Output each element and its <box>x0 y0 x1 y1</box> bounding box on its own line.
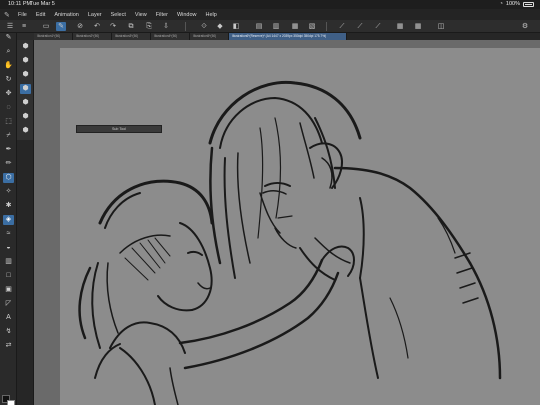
menu-bar: ✎ File Edit Animation Layer Select View … <box>0 9 540 20</box>
pencil-tool-icon[interactable]: ✏ <box>3 159 14 169</box>
subtool-b-icon[interactable]: ⬢ <box>20 56 31 66</box>
subtool-f-icon[interactable]: ⬢ <box>20 112 31 122</box>
airbrush-tool-icon[interactable]: ✧ <box>3 187 14 197</box>
tab-illustration-1[interactable]: Illustration1*(50) <box>34 33 73 40</box>
menu-window[interactable]: Window <box>177 12 197 18</box>
subtool-tooltip: Sub Tool <box>76 125 162 133</box>
subtool-d-icon[interactable]: ⬢ <box>20 84 31 94</box>
layer-d-icon[interactable]: ▧ <box>307 22 317 31</box>
copy-icon[interactable]: ⧉ <box>126 22 136 31</box>
pen-tool-icon[interactable]: ✎ <box>3 33 14 43</box>
eyedropper-icon[interactable]: ⊘ <box>75 22 85 31</box>
pen-tool-icon[interactable]: ✒ <box>3 145 14 155</box>
background-color[interactable] <box>7 400 15 405</box>
layer-b-icon[interactable]: ▥ <box>271 22 281 31</box>
status-date: Tue Mar 5 <box>30 1 55 7</box>
tool-palette: ✎ ⌕ ✋ ↻ ✥ ◌ ⬚ ⌿ ✒ ✏ ⬡ ✧ ✱ ◈ ≈ ◒ ▥ □ ▣ ◸ … <box>0 33 17 405</box>
bucket-icon[interactable]: ◧ <box>231 22 241 31</box>
save-icon[interactable]: ⇩ <box>161 22 171 31</box>
menu-help[interactable]: Help <box>206 12 217 18</box>
subtool-e-icon[interactable]: ⬢ <box>20 98 31 108</box>
command-bar: ☰ ≡ ▭ ✎ ⊘ ↶ ↷ ⧉ ⎘ ⇩ ⟐ ◆ ◧ ▤ ▥ ▦ ▧ ⟋ ⟋ ⟋ … <box>0 20 540 33</box>
ruler-b-icon[interactable]: ⟋ <box>355 22 365 31</box>
grid-b-icon[interactable]: ▦ <box>413 22 423 31</box>
ruler-c-icon[interactable]: ⟋ <box>373 22 383 31</box>
status-time: 10:11 PM <box>8 1 32 7</box>
settings-icon[interactable]: ⚙ <box>520 22 530 31</box>
drawing-canvas[interactable] <box>60 48 540 405</box>
menu-layer[interactable]: Layer <box>88 12 102 18</box>
layer-a-icon[interactable]: ▤ <box>254 22 264 31</box>
status-right: ◔ 100% <box>500 0 534 9</box>
tool-property-panel <box>17 140 34 405</box>
canvas-workspace[interactable]: Sub Tool <box>34 40 540 405</box>
menu-animation[interactable]: Animation <box>54 12 78 18</box>
subtool-a-icon[interactable]: ⬢ <box>20 42 31 52</box>
decoration-tool-icon[interactable]: ✱ <box>3 201 14 211</box>
grid-menu-icon[interactable]: ☰ <box>5 22 15 31</box>
battery-percent: 100% <box>505 1 520 7</box>
zoom-tool-icon[interactable]: ⌕ <box>3 47 14 57</box>
menu-select[interactable]: Select <box>111 12 126 18</box>
menu-view[interactable]: View <box>135 12 147 18</box>
paste-icon[interactable]: ⎘ <box>144 22 154 31</box>
lasso-tool-icon[interactable]: ◌ <box>3 103 14 113</box>
sketch-artwork <box>78 80 502 405</box>
move-tool-icon[interactable]: ✥ <box>3 89 14 99</box>
new-file-icon[interactable]: ▭ <box>41 22 51 31</box>
color-swatches[interactable] <box>2 395 15 405</box>
app-logo-icon[interactable]: ✎ <box>4 11 18 19</box>
grid-a-icon[interactable]: ▦ <box>395 22 405 31</box>
transform-icon[interactable]: ⟐ <box>199 22 209 31</box>
brush-select-icon[interactable]: ✎ <box>56 22 66 31</box>
subtool-g-icon[interactable]: ⬢ <box>20 126 31 136</box>
toolbar-divider <box>326 22 327 31</box>
tab-illustration-5[interactable]: Illustration5*(50) <box>190 33 229 40</box>
balloon-tool-icon[interactable]: ◸ <box>3 299 14 309</box>
blend-tool-icon[interactable]: ≈ <box>3 229 14 239</box>
toolbar-divider <box>185 22 186 31</box>
eraser-tool-icon[interactable]: ◈ <box>3 215 14 225</box>
correct-line-tool-icon[interactable]: ↯ <box>3 327 14 337</box>
gradient-tool-icon[interactable]: ▥ <box>3 257 14 267</box>
selection-tool-icon[interactable]: ⬚ <box>3 117 14 127</box>
battery-icon <box>523 2 534 7</box>
hand-tool-icon[interactable]: ✋ <box>3 61 14 71</box>
menu-filter[interactable]: Filter <box>156 12 168 18</box>
redo-icon[interactable]: ↷ <box>108 22 118 31</box>
figure-tool-icon[interactable]: □ <box>3 271 14 281</box>
ruler-a-icon[interactable]: ⟋ <box>337 22 347 31</box>
fill-tool-icon[interactable]: ◒ <box>3 243 14 253</box>
swap-color-icon[interactable]: ⇄ <box>3 341 14 351</box>
tab-illustration-2[interactable]: Illustration2*(50) <box>73 33 112 40</box>
layer-c-icon[interactable]: ▦ <box>290 22 300 31</box>
rotate-tool-icon[interactable]: ↻ <box>3 75 14 85</box>
subtool-c-icon[interactable]: ⬢ <box>20 70 31 80</box>
sub-tool-palette: ⬢ ⬢ ⬢ ⬢ ⬢ ⬢ ⬢ <box>17 40 34 140</box>
layer-add-icon[interactable]: ◫ <box>436 22 446 31</box>
tab-illustration-3[interactable]: Illustration3*(50) <box>112 33 151 40</box>
menu-file[interactable]: File <box>18 12 27 18</box>
document-tabs: Illustration1*(50) Illustration2*(50) Il… <box>34 33 540 40</box>
fill-icon[interactable]: ◆ <box>215 22 225 31</box>
text-tool-icon[interactable]: A <box>3 313 14 323</box>
wifi-icon: ◔ <box>499 1 503 7</box>
eyedropper-tool-icon[interactable]: ⌿ <box>3 131 14 141</box>
ios-status-bar: 10:11 PM Tue Mar 5 ◔ 100% <box>0 0 540 9</box>
menu-edit[interactable]: Edit <box>36 12 45 18</box>
undo-icon[interactable]: ↶ <box>92 22 102 31</box>
hamburger-icon[interactable]: ≡ <box>19 22 29 31</box>
tab-illustration-4[interactable]: Illustration4*(50) <box>151 33 190 40</box>
tab-illustration-6[interactable]: Illustration6*(Reserve)* (A4 1447 x 2039… <box>229 33 347 40</box>
brush-tool-icon[interactable]: ⬡ <box>3 173 14 183</box>
frame-tool-icon[interactable]: ▣ <box>3 285 14 295</box>
